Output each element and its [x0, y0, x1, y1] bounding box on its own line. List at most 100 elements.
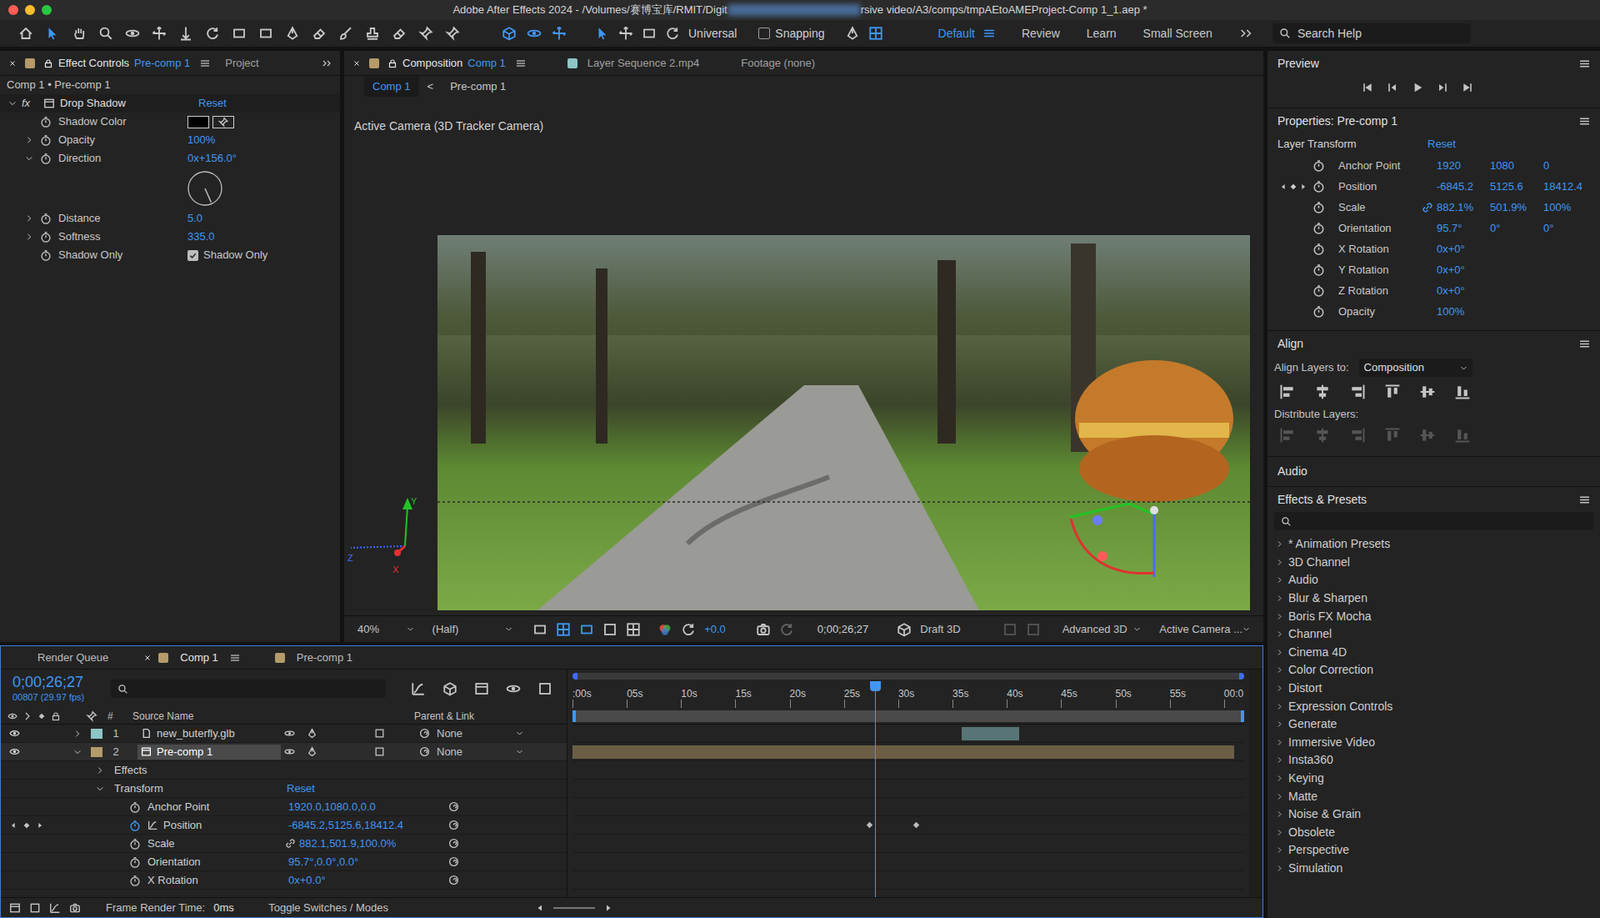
- panel-tab[interactable]: Project: [225, 50, 259, 75]
- orbit-toggle-icon[interactable]: [505, 680, 521, 696]
- effects-category[interactable]: Cinema 4D: [1267, 643, 1600, 662]
- param-value[interactable]: 335.0: [187, 228, 215, 245]
- expand-icon[interactable]: [95, 784, 105, 793]
- menu-icon[interactable]: [1579, 58, 1590, 70]
- stopwatch-icon[interactable]: [1312, 200, 1325, 214]
- stopwatch-icon[interactable]: [129, 819, 141, 831]
- move-tool-icon[interactable]: [618, 25, 634, 41]
- reset-exposure-icon[interactable]: [680, 621, 696, 637]
- brush-tool-icon[interactable]: [338, 25, 354, 41]
- shy-switch-icon[interactable]: [284, 745, 295, 757]
- constrain-proportions[interactable]: [1418, 264, 1437, 276]
- layer-row[interactable]: 1new_buterfly.glbNone: [0, 724, 567, 743]
- effects-category[interactable]: Expression Controls: [1267, 696, 1600, 715]
- layer-name-cell[interactable]: Pre-comp 1: [137, 744, 281, 760]
- param-value[interactable]: 0x+156.0°: [187, 150, 237, 167]
- play-icon[interactable]: [1410, 80, 1425, 95]
- snap-option-icon[interactable]: [845, 25, 860, 41]
- expand-icon[interactable]: [95, 765, 105, 775]
- zoom-button[interactable]: [41, 5, 52, 15]
- snap-grid-icon[interactable]: [868, 25, 884, 41]
- toggle-switches-button[interactable]: Toggle Switches / Modes: [263, 899, 394, 916]
- previous-keyframe-icon[interactable]: [9, 820, 18, 830]
- color-swatch[interactable]: [187, 115, 210, 129]
- lock-icon[interactable]: [387, 58, 398, 69]
- panel-tab[interactable]: Render Queue: [37, 645, 109, 669]
- param-value[interactable]: 5.0: [187, 210, 203, 227]
- property-value[interactable]: 95.7°,0.0°,0.0°: [288, 853, 359, 870]
- constrain-proportions[interactable]: [1418, 201, 1437, 214]
- panel-tab[interactable]: Footage (none): [740, 50, 815, 75]
- rect-tool-icon[interactable]: [231, 25, 247, 41]
- expand-icon[interactable]: [8, 99, 17, 108]
- angle-dial[interactable]: [186, 170, 224, 207]
- effects-category[interactable]: Noise & Grain: [1267, 805, 1600, 824]
- eraser-tool-icon[interactable]: [311, 25, 327, 41]
- playhead[interactable]: [875, 680, 876, 897]
- align-icon[interactable]: [1384, 383, 1401, 400]
- region-icon[interactable]: [532, 621, 548, 637]
- effects-category[interactable]: Keying: [1267, 769, 1600, 788]
- graph-toggle-icon[interactable]: [410, 680, 426, 696]
- constrain-proportions[interactable]: [1418, 305, 1437, 318]
- transparency-grid-icon[interactable]: [555, 621, 571, 637]
- stopwatch-icon[interactable]: [1312, 242, 1325, 255]
- stopwatch-icon[interactable]: [129, 800, 141, 813]
- pin-tool-icon[interactable]: [418, 25, 434, 41]
- stopwatch-icon[interactable]: [1312, 221, 1325, 235]
- effects-category[interactable]: Perspective: [1267, 840, 1600, 860]
- stopwatch-icon[interactable]: [1312, 305, 1325, 318]
- more-panels-icon[interactable]: [321, 58, 332, 69]
- pick-whip-icon[interactable]: [448, 855, 460, 867]
- stopwatch-icon[interactable]: [129, 855, 141, 868]
- render-time-icon[interactable]: [69, 901, 81, 914]
- zoom-dropdown[interactable]: 40%: [352, 620, 420, 639]
- visibility-icon[interactable]: [9, 727, 20, 739]
- close-button[interactable]: [8, 5, 19, 15]
- reset-button[interactable]: Reset: [1427, 135, 1456, 153]
- keyframe-navigator[interactable]: [0, 820, 75, 830]
- panel-tab[interactable]: Pre-comp 1: [275, 645, 353, 669]
- dolly-tool-icon[interactable]: [178, 25, 194, 41]
- pin-tool-icon[interactable]: [445, 25, 460, 41]
- property-value[interactable]: 0x+0°: [1436, 261, 1490, 279]
- menu-icon[interactable]: [1579, 338, 1590, 350]
- exposure-value[interactable]: +0.0: [704, 620, 726, 638]
- effect-row[interactable]: fxDrop ShadowReset: [0, 94, 340, 113]
- expand-icon[interactable]: [73, 747, 82, 756]
- property-value[interactable]: -6845.2,5125.6,18412.4: [288, 816, 404, 834]
- snapping-checkbox[interactable]: [758, 27, 770, 40]
- next-frame-icon[interactable]: [1435, 80, 1450, 95]
- property-value[interactable]: 0: [1543, 157, 1597, 175]
- comp-viewer[interactable]: Active Camera (3D Tracker Camera)YXZ: [344, 97, 1264, 615]
- pick-whip-icon[interactable]: [419, 727, 430, 739]
- more-workspaces-icon[interactable]: [1239, 26, 1253, 40]
- help-search[interactable]: [1272, 23, 1471, 44]
- hand-tool-icon[interactable]: [71, 25, 87, 41]
- transfer-controls-icon[interactable]: [29, 901, 41, 914]
- effects-category[interactable]: Audio: [1267, 570, 1600, 590]
- align-icon[interactable]: [1314, 383, 1331, 400]
- expand-icon[interactable]: [25, 154, 34, 163]
- layer-bar[interactable]: [572, 745, 1235, 759]
- link-icon[interactable]: [285, 837, 296, 849]
- pick-whip-icon[interactable]: [448, 874, 460, 885]
- guides-icon[interactable]: [602, 621, 618, 637]
- axis-gizmo[interactable]: YXZ: [344, 489, 436, 581]
- square-toggle-icon[interactable]: [537, 680, 553, 696]
- visibility-icon[interactable]: [9, 745, 20, 757]
- menu-icon[interactable]: [515, 58, 526, 69]
- time-ruler[interactable]: :00s05s10s15s20s25s30s35s40s45s50s55s00:…: [572, 669, 1245, 708]
- property-value[interactable]: 100%: [1543, 199, 1597, 216]
- shy-switch-icon[interactable]: [284, 727, 295, 739]
- stopwatch-icon[interactable]: [40, 152, 52, 165]
- property-row[interactable]: X Rotation0x+0.0°: [0, 870, 567, 890]
- effects-category[interactable]: Generate: [1267, 715, 1600, 734]
- distribute-icon[interactable]: [1419, 426, 1436, 444]
- panel-tab[interactable]: Layer Sequence 2.mp4: [567, 50, 700, 75]
- align-to-dropdown[interactable]: Composition: [1359, 358, 1473, 377]
- channels-icon[interactable]: [657, 621, 673, 637]
- align-icon[interactable]: [1419, 383, 1436, 400]
- layer-row[interactable]: 2Pre-comp 1None: [0, 742, 567, 761]
- align-icon[interactable]: [1454, 383, 1471, 400]
